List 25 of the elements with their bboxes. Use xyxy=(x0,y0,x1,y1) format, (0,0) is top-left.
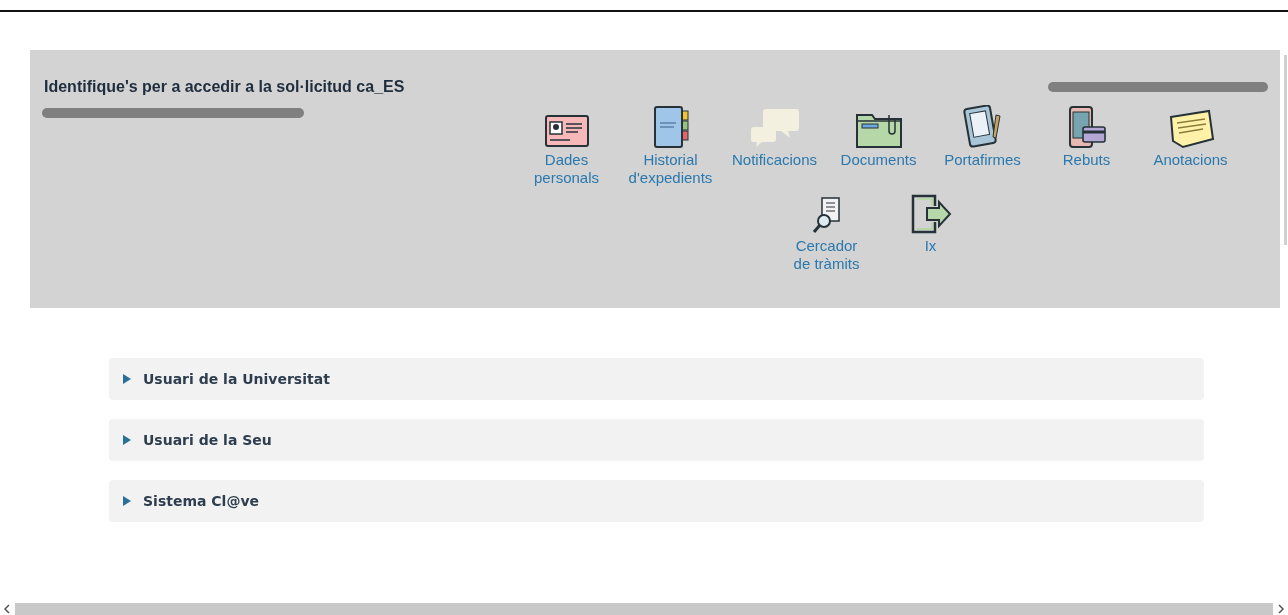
id-card-icon xyxy=(544,113,589,149)
scroll-right-icon[interactable] xyxy=(1277,604,1285,614)
tablet-icon xyxy=(962,105,1003,149)
menu-link[interactable]: Cercador de tràmits xyxy=(774,191,879,273)
menu-link[interactable]: Historial d'expedients xyxy=(618,105,723,187)
menu-link[interactable]: Dades personals xyxy=(514,105,619,187)
caret-right-icon xyxy=(123,435,131,445)
caret-right-icon xyxy=(123,374,131,384)
page-title: Identifique's per a accedir a la sol·licitud ca_ES xyxy=(44,78,406,96)
caret-right-icon xyxy=(123,496,131,506)
scroll-left-icon[interactable] xyxy=(3,604,11,614)
scrollbar-thumb[interactable] xyxy=(15,603,1273,615)
chat-icon xyxy=(749,107,800,149)
payment-icon xyxy=(1066,105,1107,149)
menu-link[interactable]: Rebuts xyxy=(1034,105,1139,187)
menu-link[interactable]: Ix xyxy=(878,191,983,273)
document-search-icon xyxy=(811,197,842,235)
accordion-header[interactable]: Usuari de la Seu xyxy=(109,419,1204,461)
accordion-header[interactable]: Usuari de la Universitat xyxy=(109,358,1204,400)
scrollbar-thumb[interactable] xyxy=(1284,55,1287,245)
menu-link[interactable]: Notificacions xyxy=(722,105,827,187)
accordion-header[interactable]: Sistema Cl@ve xyxy=(109,480,1204,522)
menu-link[interactable]: Documents xyxy=(826,105,931,187)
menu-link[interactable]: Anotacions xyxy=(1138,105,1243,187)
menu-link[interactable]: Portafirmes xyxy=(930,105,1035,187)
